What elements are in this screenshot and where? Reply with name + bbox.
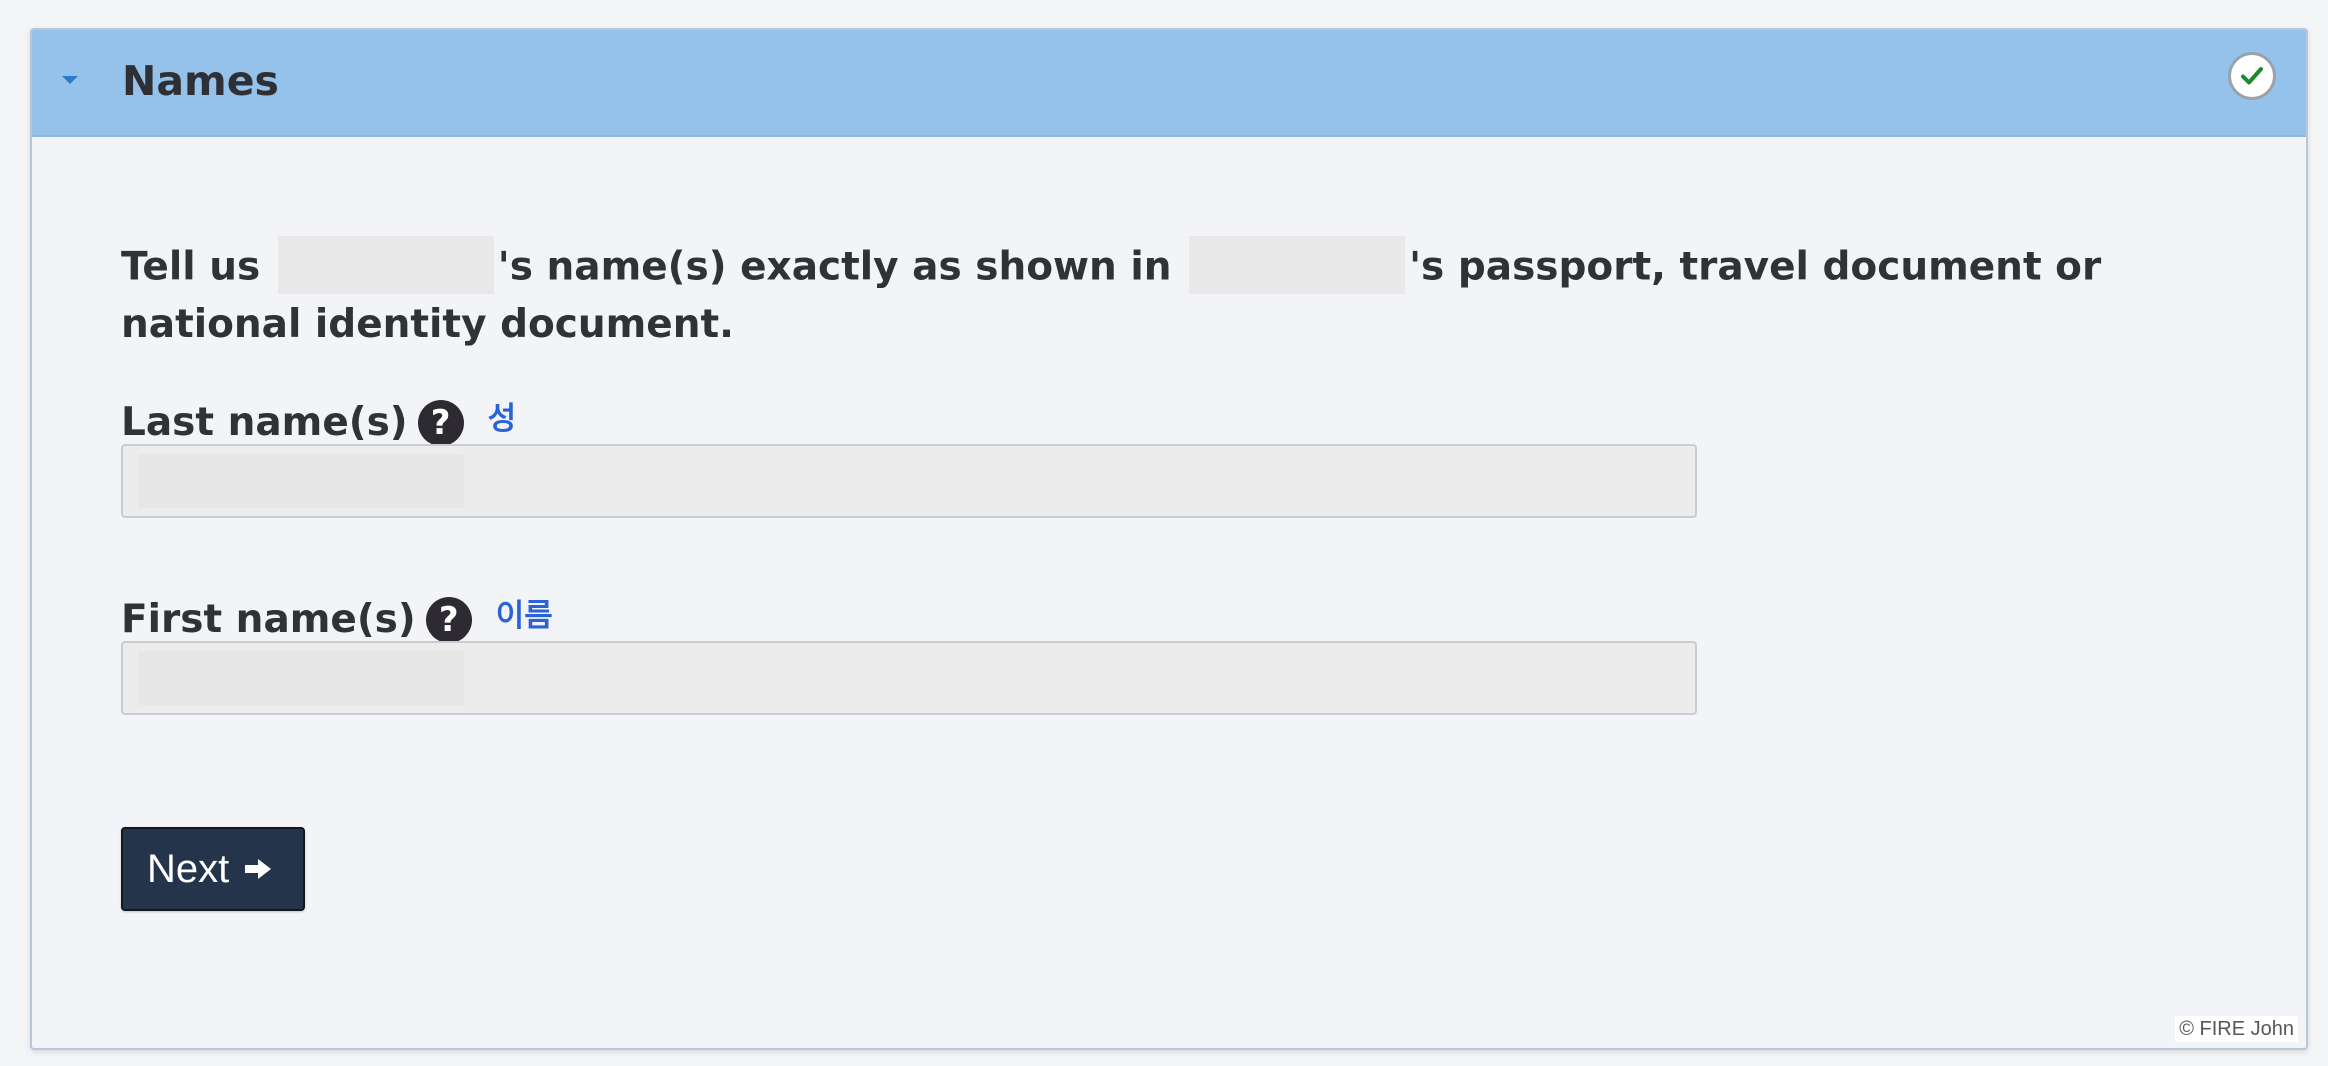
next-button-label: Next bbox=[147, 847, 230, 891]
panel-header[interactable]: Names bbox=[32, 30, 2306, 137]
names-panel: Names Tell us 's name(s) exactly as show… bbox=[30, 28, 2308, 1050]
redacted-input-value bbox=[138, 454, 464, 508]
first-name-input[interactable] bbox=[121, 641, 1697, 715]
panel-title: Names bbox=[122, 57, 279, 105]
caret-down-icon[interactable] bbox=[62, 76, 78, 84]
question-circle-icon[interactable]: ? bbox=[417, 400, 464, 446]
last-name-translation: 성 bbox=[487, 400, 517, 437]
next-button[interactable]: Next bbox=[121, 827, 305, 911]
copyright-text: © FIRE John bbox=[2175, 1016, 2298, 1042]
redacted-name-block bbox=[277, 236, 494, 294]
last-name-label-row: Last name(s) ? 성 bbox=[121, 398, 516, 448]
redacted-input-value bbox=[138, 651, 464, 705]
redacted-name-block bbox=[1189, 236, 1406, 294]
last-name-label: Last name(s) bbox=[121, 400, 408, 445]
check-icon bbox=[2228, 52, 2276, 100]
first-name-translation: 이름 bbox=[495, 597, 553, 634]
last-name-input[interactable] bbox=[121, 444, 1697, 518]
first-name-label-row: First name(s) ? 이름 bbox=[121, 595, 553, 645]
question-circle-icon[interactable]: ? bbox=[425, 597, 472, 643]
first-name-label: First name(s) bbox=[121, 597, 416, 642]
arrow-right-icon bbox=[245, 859, 272, 879]
intro-prefix: Tell us bbox=[121, 244, 261, 290]
intro-text: Tell us 's name(s) exactly as shown in '… bbox=[121, 236, 2181, 351]
page: Names Tell us 's name(s) exactly as show… bbox=[0, 0, 2328, 1066]
intro-middle: 's name(s) exactly as shown in bbox=[497, 244, 1172, 290]
